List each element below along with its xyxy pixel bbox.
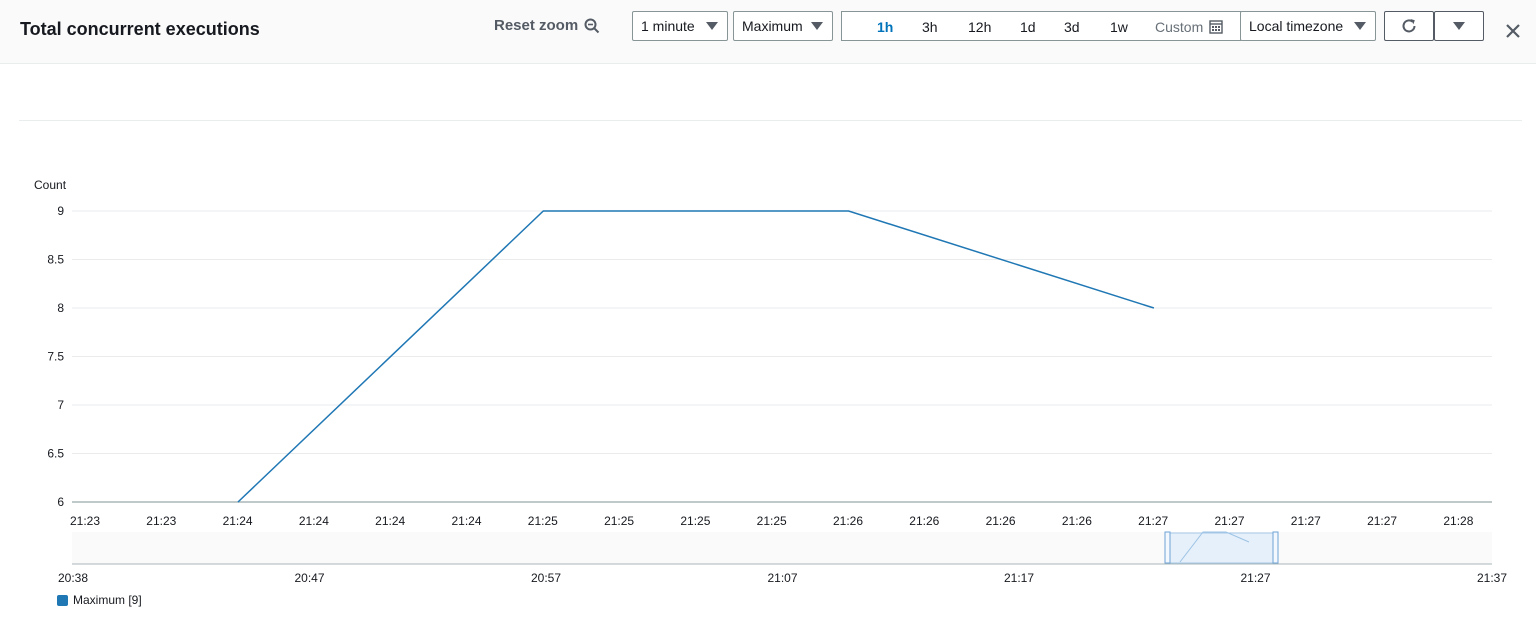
- x-tick-label: 21:25: [604, 514, 634, 528]
- x-tick-label: 21:27: [1214, 514, 1244, 528]
- navigator-tick-label: 21:17: [1004, 571, 1034, 585]
- legend-swatch: [57, 594, 68, 606]
- navigator-tick-label: 20:47: [294, 571, 324, 585]
- navigator-tick-label: 20:57: [531, 571, 561, 585]
- y-axis-label: Count: [34, 178, 67, 192]
- x-tick-label: 21:25: [680, 514, 710, 528]
- navigator-handle-left: [1164, 531, 1171, 564]
- x-tick-label: 21:24: [223, 514, 253, 528]
- x-tick-label: 21:28: [1443, 514, 1473, 528]
- navigator-tick-label: 21:07: [767, 571, 797, 585]
- y-tick-label: 7: [57, 398, 64, 412]
- x-tick-label: 21:24: [299, 514, 329, 528]
- y-tick-label: 7.5: [47, 350, 64, 364]
- x-tick-label: 21:23: [146, 514, 176, 528]
- y-tick-label: 8: [57, 301, 64, 315]
- x-tick-label: 21:25: [528, 514, 558, 528]
- navigator-tick-label: 20:38: [58, 571, 88, 585]
- y-tick-label: 8.5: [47, 253, 64, 267]
- y-tick-label: 9: [57, 204, 64, 218]
- x-tick-label: 21:24: [375, 514, 405, 528]
- y-tick-label: 6.5: [47, 447, 64, 461]
- x-tick-label: 21:27: [1138, 514, 1168, 528]
- navigator-handle-right: [1272, 531, 1279, 564]
- x-tick-label: 21:24: [451, 514, 481, 528]
- x-tick-label: 21:23: [70, 514, 100, 528]
- x-tick-label: 21:27: [1291, 514, 1321, 528]
- x-tick-label: 21:26: [909, 514, 939, 528]
- navigator-tick-label: 21:37: [1477, 571, 1507, 585]
- navigator-tick-label: 21:27: [1240, 571, 1270, 585]
- legend-item-maximum[interactable]: Maximum [9]: [57, 593, 142, 607]
- x-tick-label: 21:26: [833, 514, 863, 528]
- navigator-selection: [1167, 532, 1277, 564]
- y-tick-label: 6: [57, 495, 64, 509]
- x-tick-label: 21:26: [986, 514, 1016, 528]
- navigator-background: [72, 532, 1492, 564]
- x-tick-label: 21:27: [1367, 514, 1397, 528]
- x-tick-label: 21:25: [757, 514, 787, 528]
- x-tick-label: 21:26: [1062, 514, 1092, 528]
- legend-label: Maximum [9]: [73, 593, 142, 607]
- line-chart: Count 9 8.5 8 7.5 7 6.5 6 21:23 21:23 21:24 21:24 21…: [34, 178, 1507, 585]
